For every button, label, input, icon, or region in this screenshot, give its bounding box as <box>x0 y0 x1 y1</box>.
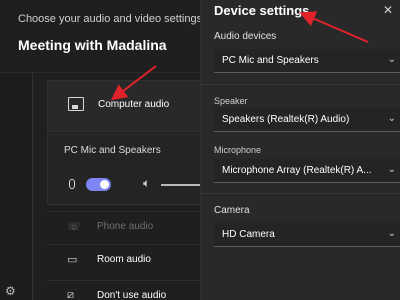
close-icon[interactable]: ✕ <box>383 3 393 17</box>
divider <box>201 84 400 85</box>
room-audio-option[interactable]: ▭ Room audio <box>47 244 200 272</box>
microphone-toggle[interactable] <box>86 178 111 191</box>
audio-devices-select[interactable]: PC Mic and Speakers ⌄ <box>214 49 400 73</box>
speaker-select[interactable]: Speakers (Realtek(R) Audio) ⌄ <box>214 108 400 132</box>
microphone-select[interactable]: Microphone Array (Realtek(R) A... ⌄ <box>214 159 400 183</box>
meeting-title: Meeting with Madalina <box>18 37 167 53</box>
device-settings-panel: Device settings ✕ Audio devices PC Mic a… <box>200 0 400 300</box>
computer-audio-option[interactable]: Computer audio <box>47 80 200 132</box>
speaker-value: Speakers (Realtek(R) Audio) <box>222 114 350 125</box>
microphone-label: Microphone <box>214 145 262 155</box>
no-audio-icon: ⧄ <box>67 289 74 300</box>
chevron-down-icon: ⌄ <box>387 228 396 239</box>
speaker-label: Speaker <box>214 96 248 106</box>
microphone-icon <box>69 179 75 189</box>
panel-title: Device settings <box>214 3 310 18</box>
audio-devices-value: PC Mic and Speakers <box>222 55 319 66</box>
speaker-icon: 🔈︎ <box>143 176 151 190</box>
computer-audio-icon <box>68 97 84 111</box>
phone-icon: ☏ <box>67 221 81 233</box>
room-icon: ▭ <box>67 254 78 266</box>
camera-value: HD Camera <box>222 229 275 240</box>
gear-icon[interactable]: ⚙ <box>5 284 16 298</box>
meeting-audio-panel: Choose your audio and video settings for… <box>0 0 200 300</box>
divider <box>201 193 400 194</box>
phone-audio-label: Phone audio <box>97 221 154 232</box>
chevron-down-icon: ⌄ <box>387 113 396 124</box>
subtitle: Choose your audio and video settings for <box>18 13 200 25</box>
computer-audio-details: PC Mic and Speakers 🔈︎ <box>47 133 200 205</box>
phone-audio-option[interactable]: ☏ Phone audio <box>47 211 200 239</box>
dont-use-audio-label: Don't use audio <box>97 290 167 300</box>
camera-label: Camera <box>214 205 250 216</box>
dont-use-audio-option[interactable]: ⧄ Don't use audio <box>47 280 200 300</box>
audio-device-name[interactable]: PC Mic and Speakers <box>64 145 161 156</box>
camera-select[interactable]: HD Camera ⌄ <box>214 223 400 247</box>
speaker-volume-slider[interactable] <box>161 184 200 186</box>
microphone-value: Microphone Array (Realtek(R) A... <box>222 165 372 176</box>
chevron-down-icon: ⌄ <box>387 54 396 65</box>
chevron-down-icon: ⌄ <box>387 164 396 175</box>
room-audio-label: Room audio <box>97 254 151 265</box>
computer-audio-label: Computer audio <box>98 99 170 110</box>
audio-devices-label: Audio devices <box>214 31 277 42</box>
side-rail <box>0 73 33 300</box>
